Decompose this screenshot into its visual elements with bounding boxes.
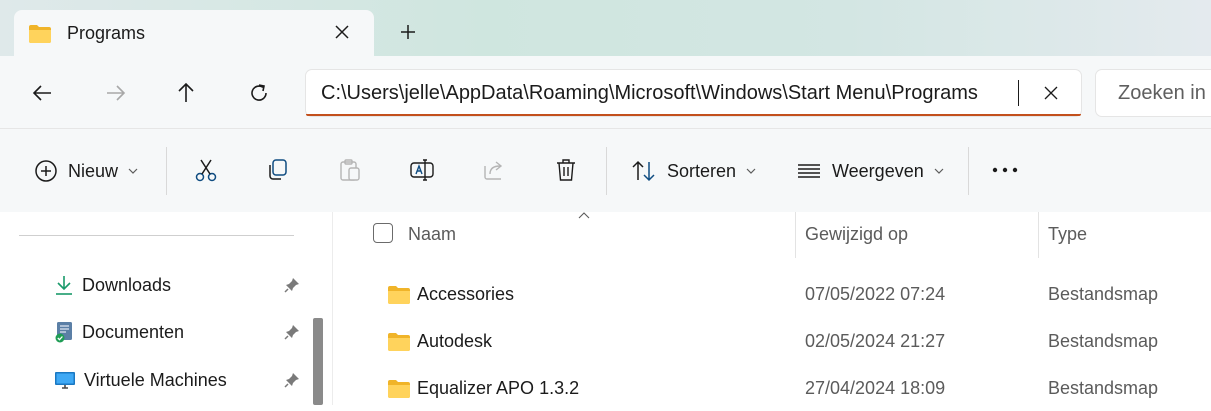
chevron-down-icon — [128, 168, 138, 174]
clear-address-icon[interactable] — [1042, 84, 1060, 102]
pin-icon[interactable] — [284, 277, 300, 293]
delete-icon[interactable] — [553, 157, 579, 183]
paste-icon[interactable] — [337, 157, 363, 183]
file-type: Bestandsmap — [1048, 331, 1159, 351]
text-caret — [1018, 80, 1019, 106]
folder-icon — [388, 380, 410, 398]
column-divider[interactable] — [795, 212, 796, 258]
share-icon[interactable] — [481, 157, 507, 183]
tab-programs[interactable]: Programs — [14, 10, 374, 58]
more-options-icon[interactable] — [991, 157, 1019, 183]
file-modified: 02/05/2024 21:27 — [805, 331, 946, 351]
file-row[interactable]: Equalizer APO 1.3.2 27/04/2024 18:09 Bes… — [333, 365, 1211, 411]
title-bar: Programs — [0, 0, 1211, 58]
sidebar-divider — [19, 235, 294, 236]
chevron-down-icon — [934, 168, 944, 174]
folder-icon — [388, 333, 410, 351]
pin-icon[interactable] — [284, 324, 300, 340]
view-list-icon — [798, 164, 820, 178]
file-name: Accessories — [417, 284, 515, 304]
focus-underline — [306, 114, 1081, 116]
toolbar-separator — [166, 147, 167, 195]
command-bar: Nieuw Sorteren Weergeven — [0, 128, 1211, 214]
up-arrow-icon[interactable] — [173, 80, 199, 106]
refresh-icon[interactable] — [246, 80, 272, 106]
file-list: Naam Gewijzigd op Type Accessories 07/05… — [333, 212, 1211, 405]
new-tab-icon[interactable] — [398, 22, 418, 42]
select-all-checkbox[interactable] — [373, 223, 393, 243]
view-label: Weergeven — [832, 160, 924, 181]
sidebar-item-virtual-machines[interactable]: Virtuele Machines — [54, 368, 227, 392]
column-header-modified[interactable]: Gewijzigd op — [805, 224, 908, 245]
rename-icon[interactable] — [409, 157, 435, 183]
sort-ascending-icon — [578, 212, 590, 219]
column-divider[interactable] — [1038, 212, 1039, 258]
download-icon — [56, 276, 72, 295]
new-button[interactable]: Nieuw — [34, 157, 138, 185]
monitor-icon — [55, 372, 75, 389]
sidebar-item-label: Documenten — [82, 321, 185, 342]
folder-icon — [29, 25, 51, 43]
sidebar-item-documents[interactable]: Documenten — [54, 320, 184, 344]
search-placeholder: Zoeken in — [1118, 82, 1206, 104]
toolbar-separator — [968, 147, 969, 195]
sort-button[interactable]: Sorteren — [631, 157, 756, 185]
chevron-down-icon — [746, 168, 756, 174]
column-header-name[interactable]: Naam — [408, 224, 456, 245]
file-name: Equalizer APO 1.3.2 — [417, 378, 580, 398]
file-type: Bestandsmap — [1048, 378, 1159, 398]
sidebar-item-label: Virtuele Machines — [84, 369, 227, 390]
sidebar-item-downloads[interactable]: Downloads — [54, 273, 171, 297]
sidebar-scrollbar[interactable] — [313, 318, 323, 405]
navigation-pane: Downloads Documenten Virtuele Machines — [0, 212, 332, 405]
forward-arrow-icon[interactable] — [102, 80, 128, 106]
documents-icon — [55, 322, 72, 343]
copy-icon[interactable] — [265, 157, 291, 183]
file-name: Autodesk — [417, 331, 493, 351]
back-arrow-icon[interactable] — [30, 80, 56, 106]
address-bar[interactable]: C:\Users\jelle\AppData\Roaming\Microsoft… — [306, 70, 1081, 116]
file-row[interactable]: Autodesk 02/05/2024 21:27 Bestandsmap — [333, 318, 1211, 364]
plus-circle-icon — [35, 160, 57, 182]
folder-icon — [388, 286, 410, 304]
sort-arrows-icon — [632, 160, 655, 182]
file-modified: 27/04/2024 18:09 — [805, 378, 946, 398]
view-button[interactable]: Weergeven — [796, 157, 944, 185]
new-label: Nieuw — [68, 160, 119, 181]
cut-icon[interactable] — [193, 157, 219, 183]
address-path[interactable]: C:\Users\jelle\AppData\Roaming\Microsoft… — [321, 82, 978, 105]
tab-title: Programs — [67, 23, 146, 43]
sort-label: Sorteren — [667, 160, 737, 181]
close-tab-icon[interactable] — [332, 22, 352, 42]
pin-icon[interactable] — [284, 372, 300, 388]
file-row[interactable]: Accessories 07/05/2022 07:24 Bestandsmap — [333, 271, 1211, 317]
toolbar-separator — [606, 147, 607, 195]
column-header-type[interactable]: Type — [1048, 224, 1087, 245]
sidebar-item-label: Downloads — [82, 274, 172, 295]
file-modified: 07/05/2022 07:24 — [805, 284, 946, 304]
file-type: Bestandsmap — [1048, 284, 1159, 304]
search-box[interactable]: Zoeken in — [1096, 70, 1211, 116]
address-row: C:\Users\jelle\AppData\Roaming\Microsoft… — [0, 56, 1211, 128]
